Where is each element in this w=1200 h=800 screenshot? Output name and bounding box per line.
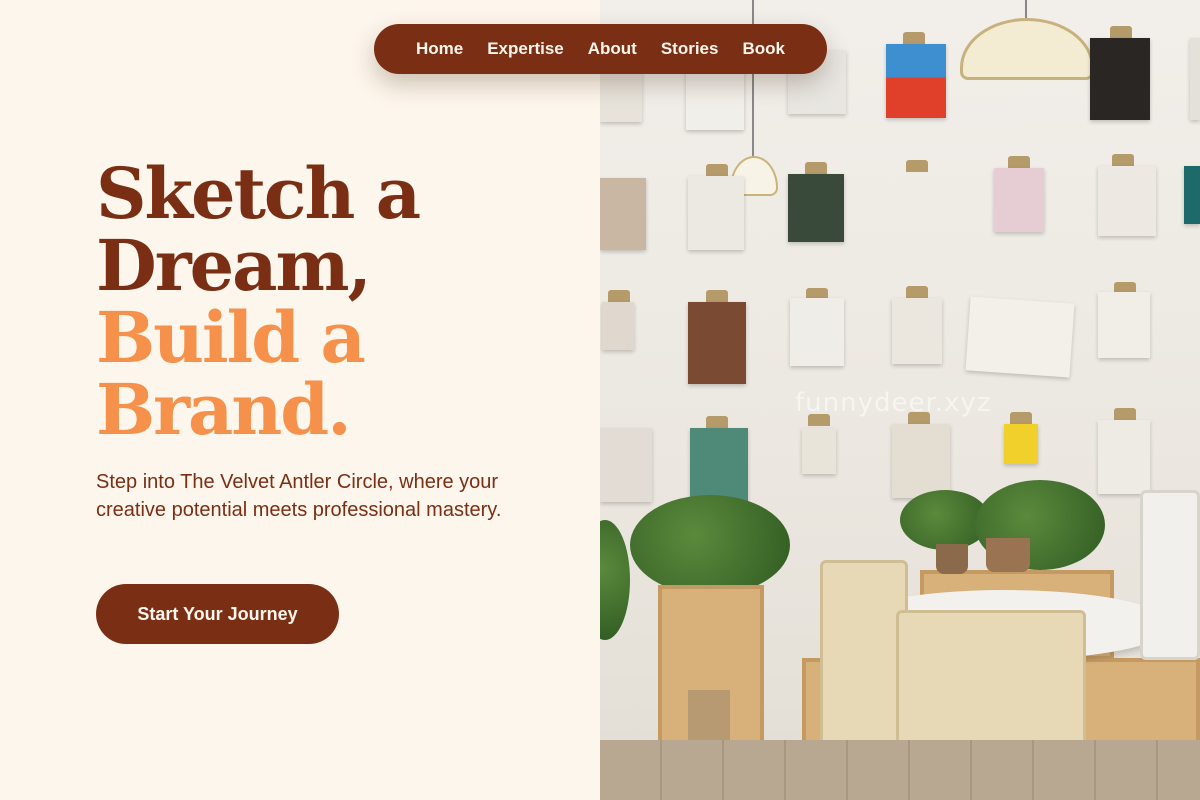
- hero-subtext: Step into The Velvet Antler Circle, wher…: [96, 471, 502, 521]
- wall-clip: [706, 416, 728, 428]
- wall-magazine: [1190, 38, 1200, 120]
- wall-clip: [1008, 156, 1030, 168]
- hero-left-panel: Sketch a Dream, Build a Brand. Step into…: [0, 0, 600, 800]
- wall-clip: [1010, 412, 1032, 424]
- wooden-chair-back: [820, 560, 908, 760]
- wall-magazine: [602, 302, 634, 350]
- nav-item-book[interactable]: Book: [742, 39, 785, 59]
- plant-pot: [936, 544, 968, 574]
- hero-photo: funnydeer.xyz: [600, 0, 1200, 800]
- wall-clip: [1112, 154, 1134, 166]
- wood-floor: [600, 740, 1200, 800]
- wall-magazine: [1098, 292, 1150, 358]
- main-nav: Home Expertise About Stories Book: [374, 24, 827, 74]
- wall-magazine: [994, 168, 1044, 232]
- plant-pot: [986, 538, 1030, 572]
- wall-clip: [1114, 408, 1136, 420]
- wall-clip: [706, 290, 728, 302]
- wall-magazine: [688, 176, 744, 250]
- wall-magazine: [892, 298, 942, 364]
- nav-item-expertise[interactable]: Expertise: [487, 39, 564, 59]
- wall-magazine: [690, 428, 748, 504]
- wall-clip: [805, 162, 827, 174]
- headline-line-2: Dream,: [96, 224, 372, 307]
- wall-magazine: [802, 428, 836, 474]
- wall-clip: [706, 164, 728, 176]
- wall-magazine: [1098, 420, 1150, 494]
- wall-magazine: [790, 298, 844, 366]
- start-journey-button[interactable]: Start Your Journey: [96, 584, 339, 644]
- wall-magazine: [600, 178, 646, 250]
- wall-magazine: [1098, 166, 1156, 236]
- headline-line-1: Sketch a: [96, 152, 421, 235]
- white-chair: [1140, 490, 1200, 660]
- wall-clip: [1110, 26, 1132, 38]
- wall-magazine: [600, 428, 652, 502]
- wall-magazine: [1090, 38, 1150, 120]
- wall-clip: [903, 32, 925, 44]
- wall-magazine: [600, 70, 642, 122]
- wall-magazine: [1184, 166, 1200, 224]
- wall-magazine: [1004, 424, 1038, 464]
- nav-item-about[interactable]: About: [588, 39, 637, 59]
- wall-magazine: [788, 174, 844, 242]
- wall-magazine-open: [965, 296, 1075, 378]
- headline-line-3: Build a: [96, 296, 366, 379]
- nav-item-stories[interactable]: Stories: [661, 39, 719, 59]
- wall-magazine: [688, 302, 746, 384]
- hero-headline: Sketch a Dream, Build a Brand.: [96, 152, 421, 451]
- lamp-cord-right: [1025, 0, 1027, 20]
- wall-clip: [608, 290, 630, 302]
- nav-item-home[interactable]: Home: [416, 39, 463, 59]
- wall-clip: [906, 286, 928, 298]
- watermark-text: funnydeer.xyz: [795, 388, 992, 418]
- wall-clip: [906, 160, 928, 172]
- wall-magazine: [892, 424, 950, 498]
- wall-magazine: [886, 44, 946, 118]
- hanging-plant: [630, 495, 790, 595]
- headline-line-4: Brand.: [96, 368, 352, 451]
